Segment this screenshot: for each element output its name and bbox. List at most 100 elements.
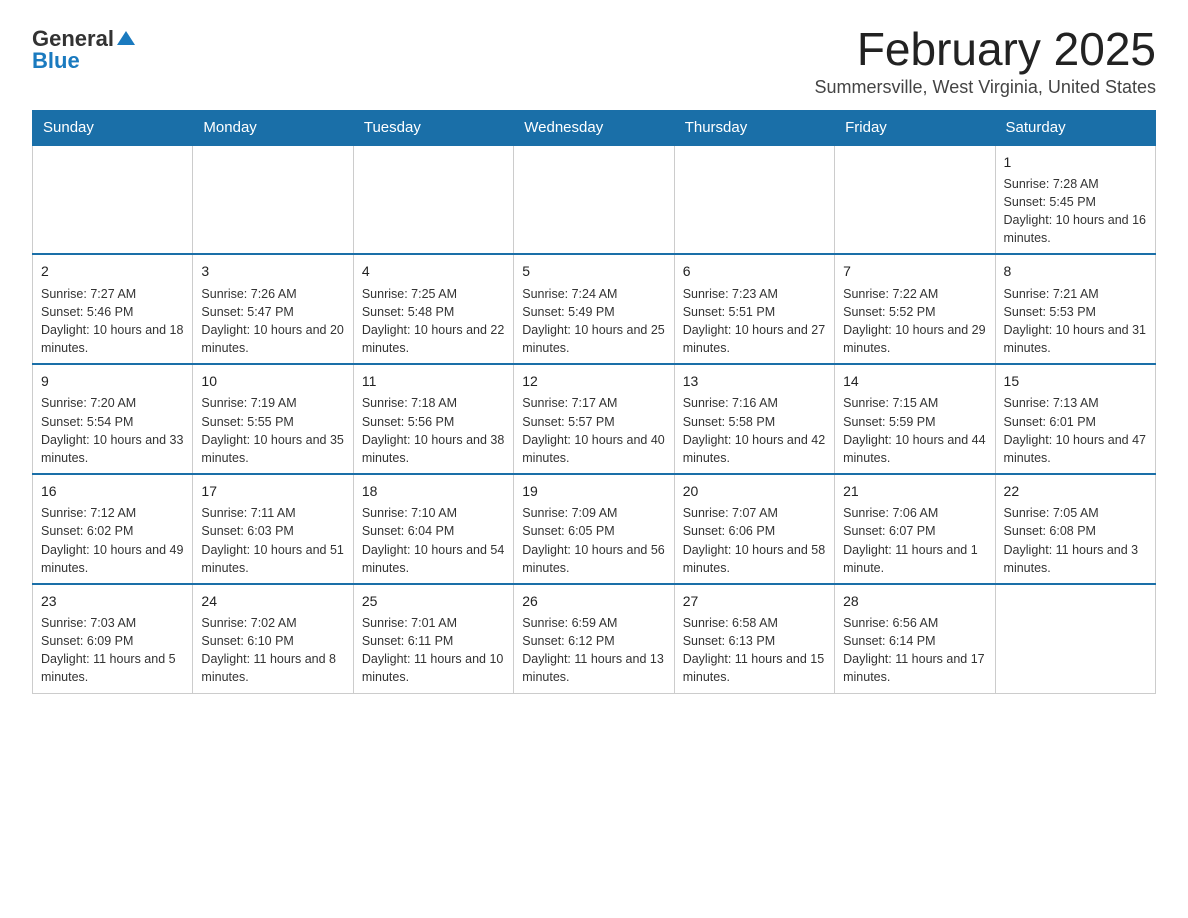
day-info-text: Daylight: 10 hours and 49 minutes.	[41, 541, 184, 577]
day-number: 2	[41, 261, 184, 281]
day-info-text: Sunrise: 7:22 AM	[843, 285, 986, 303]
day-info-text: Sunset: 5:55 PM	[201, 413, 344, 431]
month-year-title: February 2025	[815, 24, 1156, 75]
table-row: 24Sunrise: 7:02 AMSunset: 6:10 PMDayligh…	[193, 584, 353, 693]
table-row: 14Sunrise: 7:15 AMSunset: 5:59 PMDayligh…	[835, 364, 995, 474]
table-row: 9Sunrise: 7:20 AMSunset: 5:54 PMDaylight…	[33, 364, 193, 474]
day-info-text: Daylight: 10 hours and 58 minutes.	[683, 541, 826, 577]
table-row: 26 Sunrise: 6:59 AMSunset: 6:12 PMDayligh…	[514, 584, 674, 693]
day-info-text: Sunset: 6:07 PM	[843, 522, 986, 540]
day-info-text: Daylight: 10 hours and 31 minutes.	[1004, 321, 1147, 357]
day-number: 10	[201, 371, 344, 391]
calendar-header-row: Sunday Monday Tuesday Wednesday Thursday…	[33, 110, 1156, 145]
day-number: 25	[362, 591, 505, 611]
day-number: 26	[522, 591, 665, 611]
day-info-text: Sunrise: 7:12 AM	[41, 504, 184, 522]
col-friday: Friday	[835, 110, 995, 145]
day-info-text: Sunset: 5:48 PM	[362, 303, 505, 321]
day-number: 6	[683, 261, 826, 281]
day-info-text: Daylight: 11 hours and 8 minutes.	[201, 650, 344, 686]
day-info-text: Sunset: 6:04 PM	[362, 522, 505, 540]
calendar-week-row: 23Sunrise: 7:03 AMSunset: 6:09 PMDayligh…	[33, 584, 1156, 693]
table-row: 6Sunrise: 7:23 AMSunset: 5:51 PMDaylight…	[674, 254, 834, 364]
page-header: General Blue February 2025 Summersville,…	[32, 24, 1156, 98]
col-saturday: Saturday	[995, 110, 1155, 145]
day-info-text: Sunrise: 7:13 AM	[1004, 394, 1147, 412]
day-info-text: Sunrise: 7:26 AM	[201, 285, 344, 303]
day-number: 13	[683, 371, 826, 391]
table-row: 16Sunrise: 7:12 AMSunset: 6:02 PMDayligh…	[33, 474, 193, 584]
day-info-text: Daylight: 10 hours and 40 minutes.	[522, 431, 665, 467]
day-info-text: Daylight: 10 hours and 20 minutes.	[201, 321, 344, 357]
day-info-text: Sunset: 5:47 PM	[201, 303, 344, 321]
table-row: 5Sunrise: 7:24 AMSunset: 5:49 PMDaylight…	[514, 254, 674, 364]
calendar-week-row: 16Sunrise: 7:12 AMSunset: 6:02 PMDayligh…	[33, 474, 1156, 584]
day-info-text: Daylight: 10 hours and 25 minutes.	[522, 321, 665, 357]
location-subtitle: Summersville, West Virginia, United Stat…	[815, 77, 1156, 98]
day-info-text: Sunset: 5:46 PM	[41, 303, 184, 321]
table-row: 19Sunrise: 7:09 AMSunset: 6:05 PMDayligh…	[514, 474, 674, 584]
table-row: 22Sunrise: 7:05 AMSunset: 6:08 PMDayligh…	[995, 474, 1155, 584]
day-number: 4	[362, 261, 505, 281]
title-block: February 2025 Summersville, West Virgini…	[815, 24, 1156, 98]
day-number: 16	[41, 481, 184, 501]
day-info-text: Sunset: 6:03 PM	[201, 522, 344, 540]
day-number: 1	[1004, 152, 1147, 172]
day-info-text: Sunrise: 7:23 AM	[683, 285, 826, 303]
table-row	[193, 145, 353, 255]
day-info-text: Sunset: 6:12 PM	[522, 632, 665, 650]
day-info-text: Daylight: 10 hours and 54 minutes.	[362, 541, 505, 577]
day-info-text: Sunset: 6:01 PM	[1004, 413, 1147, 431]
day-info-text: Sunrise: 6:59 AM	[522, 614, 665, 632]
day-info-text: Sunset: 5:53 PM	[1004, 303, 1147, 321]
day-info-text: Sunset: 5:51 PM	[683, 303, 826, 321]
day-number: 12	[522, 371, 665, 391]
day-number: 27	[683, 591, 826, 611]
col-sunday: Sunday	[33, 110, 193, 145]
day-number: 15	[1004, 371, 1147, 391]
day-info-text: Daylight: 10 hours and 56 minutes.	[522, 541, 665, 577]
day-info-text: Sunset: 5:54 PM	[41, 413, 184, 431]
calendar-week-row: 2 Sunrise: 7:27 AMSunset: 5:46 PM Daylight…	[33, 254, 1156, 364]
day-info-text: Sunrise: 7:28 AM	[1004, 175, 1147, 193]
day-info-text: Sunrise: 7:15 AM	[843, 394, 986, 412]
day-number: 20	[683, 481, 826, 501]
day-info-text: Sunset: 5:45 PM	[1004, 193, 1147, 211]
table-row	[835, 145, 995, 255]
table-row	[353, 145, 513, 255]
table-row: 8Sunrise: 7:21 AMSunset: 5:53 PMDaylight…	[995, 254, 1155, 364]
day-number: 11	[362, 371, 505, 391]
day-info-text: Daylight: 11 hours and 13 minutes.	[522, 650, 665, 686]
day-info-text: Daylight: 10 hours and 33 minutes.	[41, 431, 184, 467]
day-number: 23	[41, 591, 184, 611]
table-row: 2Sunrise: 7:27 AMSunset: 5:46 PMDaylight…	[33, 254, 193, 364]
day-info-text: Daylight: 11 hours and 3 minutes.	[1004, 541, 1147, 577]
day-info-text: Daylight: 10 hours and 38 minutes.	[362, 431, 505, 467]
table-row	[674, 145, 834, 255]
day-info-text: Daylight: 10 hours and 42 minutes.	[683, 431, 826, 467]
table-row: 7Sunrise: 7:22 AMSunset: 5:52 PMDaylight…	[835, 254, 995, 364]
day-number: 24	[201, 591, 344, 611]
logo-general-text: General	[32, 28, 114, 50]
table-row	[514, 145, 674, 255]
day-info-text: Sunrise: 7:16 AM	[683, 394, 826, 412]
day-info-text: Sunrise: 7:25 AM	[362, 285, 505, 303]
day-info-text: Sunrise: 7:27 AM	[41, 285, 184, 303]
table-row: 4Sunrise: 7:25 AMSunset: 5:48 PMDaylight…	[353, 254, 513, 364]
table-row: 17Sunrise: 7:11 AMSunset: 6:03 PMDayligh…	[193, 474, 353, 584]
table-row: 21Sunrise: 7:06 AMSunset: 6:07 PMDayligh…	[835, 474, 995, 584]
day-info-text: Sunset: 5:58 PM	[683, 413, 826, 431]
col-monday: Monday	[193, 110, 353, 145]
day-info-text: Daylight: 10 hours and 29 minutes.	[843, 321, 986, 357]
day-info-text: Sunset: 6:14 PM	[843, 632, 986, 650]
day-info-text: Sunset: 6:11 PM	[362, 632, 505, 650]
day-info-text: Daylight: 11 hours and 5 minutes.	[41, 650, 184, 686]
calendar-table: Sunday Monday Tuesday Wednesday Thursday…	[32, 110, 1156, 694]
table-row: 13 Sunrise: 7:16 AMSunset: 5:58 PMDayligh…	[674, 364, 834, 474]
day-info-text: Sunrise: 7:17 AM	[522, 394, 665, 412]
table-row: 27Sunrise: 6:58 AMSunset: 6:13 PMDayligh…	[674, 584, 834, 693]
day-number: 14	[843, 371, 986, 391]
day-number: 7	[843, 261, 986, 281]
table-row: 3Sunrise: 7:26 AMSunset: 5:47 PMDaylight…	[193, 254, 353, 364]
day-info-text: Sunset: 5:56 PM	[362, 413, 505, 431]
